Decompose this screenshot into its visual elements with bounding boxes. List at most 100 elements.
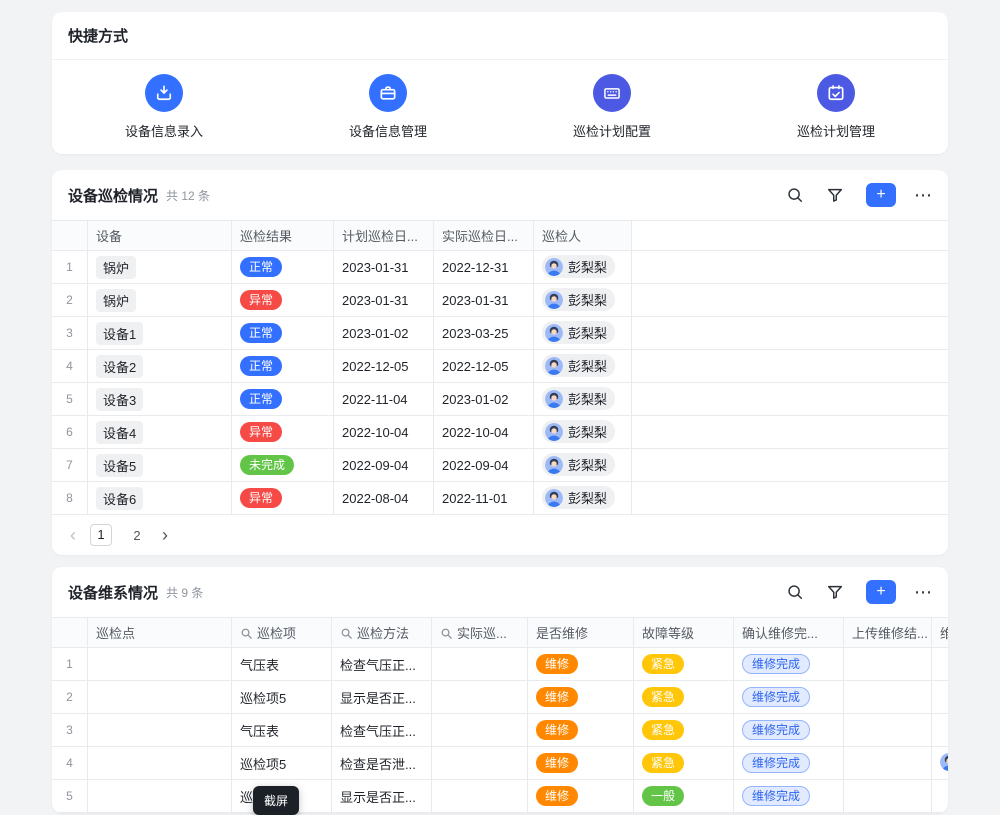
cell[interactable]: 维修 <box>528 681 634 714</box>
add-record-button[interactable]: + <box>866 183 896 207</box>
more-button[interactable]: ⋯ <box>914 583 932 601</box>
cell[interactable] <box>932 648 948 681</box>
column-header[interactable]: 巡检点 <box>88 617 232 648</box>
cell[interactable]: 2022-10-04 <box>434 416 534 449</box>
column-header[interactable]: 巡检结果 <box>232 220 334 251</box>
cell[interactable] <box>932 780 948 813</box>
cell[interactable]: 2023-01-31 <box>334 284 434 317</box>
shortcut-item-2[interactable]: 设备信息管理 <box>349 74 427 140</box>
search-icon[interactable] <box>786 583 804 601</box>
cell[interactable]: 彭梨梨 <box>534 383 632 416</box>
cell[interactable]: 维修完成 <box>734 648 844 681</box>
cell[interactable]: 2022-09-04 <box>334 449 434 482</box>
cell[interactable] <box>432 780 528 813</box>
cell[interactable]: 异常 <box>232 482 334 515</box>
cell[interactable]: 紧急 <box>634 747 734 780</box>
cell[interactable]: 维修完成 <box>734 780 844 813</box>
column-header[interactable]: 巡检人 <box>534 220 632 251</box>
cell[interactable]: 显示是否正... <box>332 681 432 714</box>
cell[interactable]: 2022-08-04 <box>334 482 434 515</box>
cell[interactable]: 一般 <box>634 780 734 813</box>
cell[interactable] <box>432 747 528 780</box>
column-header[interactable]: 巡检方法 <box>332 617 432 648</box>
shortcut-item-3[interactable]: 巡检计划配置 <box>573 74 651 140</box>
cell[interactable]: 2022-11-01 <box>434 482 534 515</box>
pagination-next-icon[interactable]: › <box>162 526 168 544</box>
cell[interactable]: 异常 <box>232 416 334 449</box>
cell[interactable]: 正常 <box>232 383 334 416</box>
cell[interactable]: 彭梨梨 <box>534 251 632 284</box>
cell[interactable]: 巡检项5 <box>232 681 332 714</box>
cell[interactable]: 检查气压正... <box>332 714 432 747</box>
cell[interactable] <box>844 780 932 813</box>
cell[interactable]: 正常 <box>232 317 334 350</box>
cell[interactable]: 维修 <box>528 780 634 813</box>
cell[interactable] <box>88 780 232 813</box>
filter-icon[interactable] <box>826 186 844 204</box>
pagination-page-1[interactable]: 1 <box>90 524 112 546</box>
cell[interactable]: 2022-12-05 <box>434 350 534 383</box>
cell[interactable]: 2022-10-04 <box>334 416 434 449</box>
cell[interactable]: 维修 <box>528 714 634 747</box>
column-header[interactable]: 确认维修完... <box>734 617 844 648</box>
cell[interactable]: 巡检项5 <box>232 747 332 780</box>
cell[interactable]: 设备6 <box>88 482 232 515</box>
cell[interactable]: 维修 <box>528 648 634 681</box>
filter-icon[interactable] <box>826 583 844 601</box>
cell[interactable]: 检查是否泄... <box>332 747 432 780</box>
cell[interactable] <box>432 681 528 714</box>
cell[interactable]: 紧急 <box>634 681 734 714</box>
cell[interactable] <box>844 747 932 780</box>
column-header[interactable]: 维 <box>932 617 948 648</box>
cell[interactable]: 未完成 <box>232 449 334 482</box>
cell[interactable]: 2023-01-31 <box>434 284 534 317</box>
cell[interactable]: 2022-12-05 <box>334 350 434 383</box>
cell[interactable]: 检查气压正... <box>332 648 432 681</box>
cell[interactable] <box>432 714 528 747</box>
add-record-button[interactable]: + <box>866 580 896 604</box>
cell[interactable] <box>932 681 948 714</box>
cell[interactable] <box>88 648 232 681</box>
cell[interactable]: 维修 <box>528 747 634 780</box>
cell[interactable] <box>932 747 948 780</box>
cell[interactable]: 2022-11-04 <box>334 383 434 416</box>
shortcut-item-1[interactable]: 设备信息录入 <box>125 74 203 140</box>
column-header[interactable]: 计划巡检日... <box>334 220 434 251</box>
cell[interactable]: 维修完成 <box>734 681 844 714</box>
cell[interactable] <box>88 714 232 747</box>
column-header[interactable]: 实际巡检日... <box>434 220 534 251</box>
cell[interactable]: 维修完成 <box>734 714 844 747</box>
cell[interactable]: 2023-01-02 <box>334 317 434 350</box>
cell[interactable] <box>88 747 232 780</box>
cell[interactable]: 锅炉 <box>88 284 232 317</box>
cell[interactable]: 彭梨梨 <box>534 482 632 515</box>
cell[interactable]: 锅炉 <box>88 251 232 284</box>
pagination-page-2[interactable]: 2 <box>126 528 148 543</box>
cell[interactable]: 2023-01-31 <box>334 251 434 284</box>
cell[interactable] <box>88 681 232 714</box>
cell[interactable]: 显示是否正... <box>332 780 432 813</box>
cell[interactable]: 设备5 <box>88 449 232 482</box>
cell[interactable]: 2023-01-02 <box>434 383 534 416</box>
cell[interactable]: 彭梨梨 <box>534 416 632 449</box>
cell[interactable]: 紧急 <box>634 714 734 747</box>
cell[interactable]: 气压表 <box>232 648 332 681</box>
cell[interactable]: 设备4 <box>88 416 232 449</box>
column-header[interactable]: 实际巡... <box>432 617 528 648</box>
cell[interactable]: 设备1 <box>88 317 232 350</box>
search-icon[interactable] <box>786 186 804 204</box>
cell[interactable] <box>844 681 932 714</box>
cell[interactable] <box>844 714 932 747</box>
cell[interactable]: 紧急 <box>634 648 734 681</box>
cell[interactable] <box>432 648 528 681</box>
column-header[interactable]: 上传维修结... <box>844 617 932 648</box>
cell[interactable]: 2022-09-04 <box>434 449 534 482</box>
cell[interactable]: 彭梨梨 <box>534 350 632 383</box>
pagination-prev-icon[interactable]: ‹ <box>70 526 76 544</box>
cell[interactable]: 设备2 <box>88 350 232 383</box>
cell[interactable]: 彭梨梨 <box>534 284 632 317</box>
cell[interactable] <box>932 714 948 747</box>
cell[interactable]: 正常 <box>232 251 334 284</box>
cell[interactable]: 气压表 <box>232 714 332 747</box>
cell[interactable]: 维修完成 <box>734 747 844 780</box>
